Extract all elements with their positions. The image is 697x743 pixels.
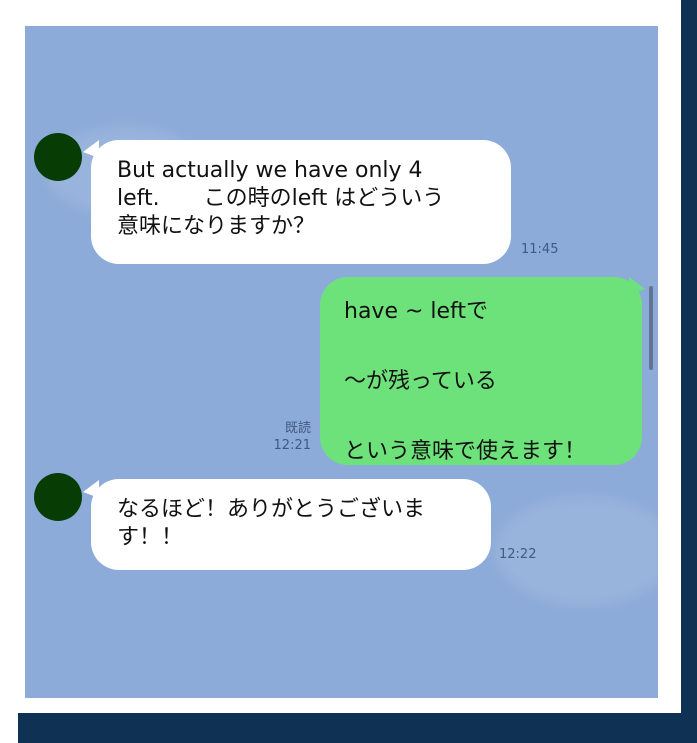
message-line <box>344 399 622 434</box>
message-line: But actually we have only 4 <box>117 158 423 183</box>
message-bubble-outgoing[interactable]: have ~ leftで 〜が残っている という意味で使えます！ <box>320 277 642 465</box>
message-line: 〜が残っている <box>344 369 497 394</box>
message-line: left. この時のleft はどういう <box>117 186 445 211</box>
message-line: 意味になりますか？ <box>117 214 316 239</box>
message-bubble-incoming[interactable]: なるほど！ありがとうございま す！！ <box>91 479 491 570</box>
message-line <box>344 329 622 364</box>
message-bubble-incoming[interactable]: But actually we have only 4 left. この時のle… <box>91 140 511 264</box>
scrollbar[interactable] <box>649 286 653 370</box>
frame-right-border <box>681 0 697 743</box>
read-label: 既読 <box>284 421 311 436</box>
message-timestamp: 12:21 <box>273 438 311 453</box>
chat-area[interactable]: But actually we have only 4 left. この時のle… <box>25 26 658 698</box>
message-line: す！！ <box>117 525 184 550</box>
message-timestamp: 11:45 <box>521 242 559 257</box>
avatar[interactable] <box>34 473 82 521</box>
frame-bottom-border <box>18 713 697 743</box>
read-receipt: 既読 12:21 <box>261 420 311 454</box>
avatar[interactable] <box>34 133 82 181</box>
message-line: なるほど！ありがとうございま <box>117 497 426 522</box>
message-timestamp: 12:22 <box>499 547 537 562</box>
message-line: という意味で使えます！ <box>344 439 587 464</box>
message-line: have ~ leftで <box>344 299 489 324</box>
